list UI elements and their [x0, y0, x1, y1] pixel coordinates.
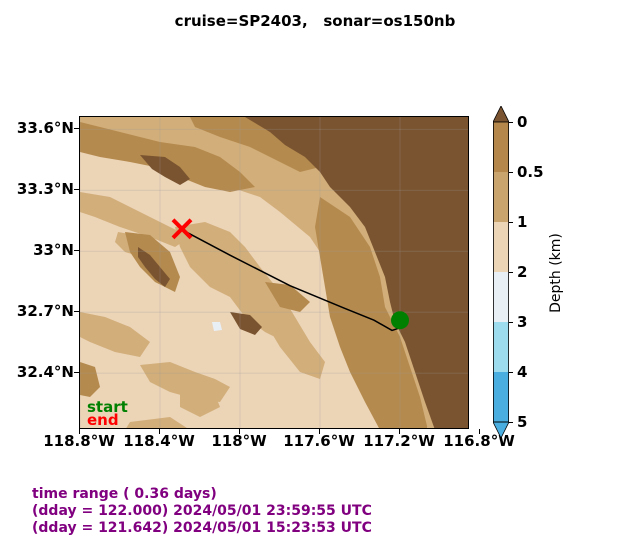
colorbar-tick-mark: [509, 122, 513, 123]
lon-tick-label: 118.8°W: [43, 432, 115, 450]
colorbar-title: Depth (km): [548, 233, 564, 313]
colorbar-tick-mark: [509, 372, 513, 373]
lat-tick-label: 32.4°N: [16, 363, 74, 382]
colorbar-tick-mark: [509, 222, 513, 223]
footer-time-range: time range ( 0.36 days): [32, 486, 217, 502]
colorbar-over-arrow: [493, 106, 509, 123]
lat-tick-mark: [74, 189, 79, 191]
colorbar-under-arrow: [493, 421, 509, 438]
colorbar-tick-mark: [509, 322, 513, 323]
lon-tick-mark: [479, 429, 480, 434]
footer-start-time: (dday = 121.642) 2024/05/01 15:23:53 UTC: [32, 520, 372, 536]
lon-tick-label: 117.2°W: [363, 432, 435, 450]
lon-tick-label: 118.4°W: [123, 432, 195, 450]
bathymetry-contours: [80, 117, 468, 428]
bathymetry-map: [80, 117, 468, 428]
lat-tick-label: 33.3°N: [16, 180, 74, 199]
colorbar-segment: [493, 122, 509, 172]
lat-tick-mark: [74, 250, 79, 252]
lon-tick-mark: [399, 429, 400, 434]
lon-tick-mark: [79, 429, 80, 434]
lat-tick-mark: [74, 311, 79, 313]
lon-tick-label: 118°W: [211, 432, 267, 450]
colorbar-tick-mark: [509, 422, 513, 423]
start-marker: [391, 311, 409, 330]
footer-end-time: (dday = 122.000) 2024/05/01 23:59:55 UTC: [32, 503, 372, 519]
lon-tick-mark: [239, 429, 240, 434]
colorbar-segment: [493, 222, 509, 272]
lat-tick-label: 33.6°N: [16, 119, 74, 138]
colorbar-segment: [493, 272, 509, 322]
map-panel: [79, 116, 469, 429]
lon-tick-mark: [319, 429, 320, 434]
lat-tick-label: 32.7°N: [16, 302, 74, 321]
colorbar-tick-mark: [509, 172, 513, 173]
lat-tick-mark: [74, 128, 79, 130]
colorbar-tick-label: 2: [517, 263, 528, 281]
lon-tick-mark: [159, 429, 160, 434]
figure-title: cruise=SP2403, sonar=os150nb: [174, 12, 456, 30]
lat-tick-label: 33°N: [33, 241, 74, 260]
colorbar-segment: [493, 172, 509, 222]
lat-tick-mark: [74, 372, 79, 374]
colorbar-tick-mark: [509, 272, 513, 273]
colorbar-tick-label: 1: [517, 213, 528, 231]
lon-tick-label: 117.6°W: [283, 432, 355, 450]
depth-colorbar: [493, 106, 509, 438]
colorbar-segment: [493, 322, 509, 372]
colorbar-tick-label: 3: [517, 313, 528, 331]
colorbar-tick-label: 5: [517, 413, 528, 431]
colorbar-tick-label: 0.5: [517, 163, 544, 181]
colorbar-tick-label: 4: [517, 363, 528, 381]
colorbar-tick-label: 0: [517, 113, 528, 131]
colorbar-segment: [493, 372, 509, 422]
legend-end: end: [87, 411, 119, 429]
